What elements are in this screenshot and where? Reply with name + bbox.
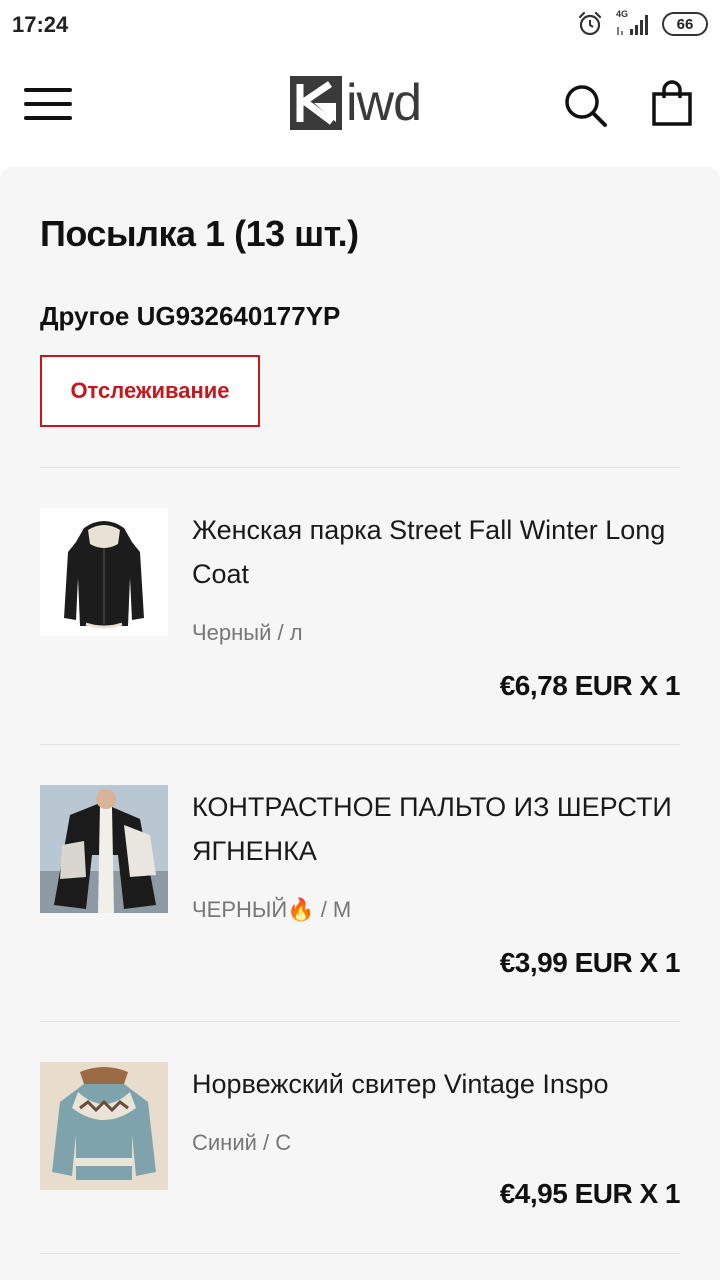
search-icon[interactable] (562, 82, 608, 128)
logo[interactable]: iwd (290, 74, 422, 132)
item-name[interactable]: Женская парка Street Fall Winter Long Co… (192, 508, 682, 596)
logo-text: iwd (346, 74, 422, 132)
divider (40, 1253, 680, 1254)
logo-mark-icon (290, 76, 342, 130)
order-item[interactable]: КОНТРАСТНОЕ ПАЛЬТО ИЗ ШЕРСТИ ЯГНЕНКА ЧЕР… (40, 785, 682, 985)
status-icons: 4G 66 (576, 9, 708, 38)
item-variant: Синий / С (192, 1130, 292, 1155)
item-image-sweater[interactable] (40, 1062, 168, 1190)
menu-icon[interactable] (24, 84, 72, 124)
item-variant: Черный / л (192, 620, 303, 645)
item-price: €6,78 EUR X 1 (499, 670, 681, 701)
item-price: €3,99 EUR X 1 (499, 947, 681, 978)
battery-icon: 66 (662, 12, 708, 36)
top-nav: iwd (0, 50, 720, 165)
tracking-button[interactable]: Отслеживание (40, 355, 260, 427)
parcel-title: Посылка 1 (13 шт.) (40, 213, 359, 254)
item-image-coat[interactable] (40, 785, 168, 913)
divider (40, 744, 680, 745)
signal-icon: 4G (614, 9, 652, 37)
item-name[interactable]: КОНТРАСТНОЕ ПАЛЬТО ИЗ ШЕРСТИ ЯГНЕНКА (192, 785, 682, 873)
order-item[interactable]: Норвежский свитер Vintage Inspo Синий / … (40, 1062, 682, 1212)
parcel-panel: Посылка 1 (13 шт.) Другое UG932640177YP … (0, 167, 720, 1280)
divider (40, 1021, 680, 1022)
alarm-icon (578, 11, 602, 36)
item-image-parka[interactable] (40, 508, 168, 636)
item-variant: ЧЕРНЫЙ🔥 / M (192, 897, 352, 922)
item-price: €4,95 EUR X 1 (499, 1178, 681, 1209)
bag-icon[interactable] (650, 80, 694, 126)
order-item[interactable]: Женская парка Street Fall Winter Long Co… (40, 508, 682, 708)
divider (40, 467, 680, 468)
status-time: 17:24 (12, 12, 69, 37)
status-bar: 17:24 4G 66 (0, 0, 720, 50)
item-name[interactable]: Норвежский свитер Vintage Inspo (192, 1062, 682, 1106)
tracking-number: Другое UG932640177YP (40, 301, 341, 331)
network-label: 4G (616, 9, 629, 19)
